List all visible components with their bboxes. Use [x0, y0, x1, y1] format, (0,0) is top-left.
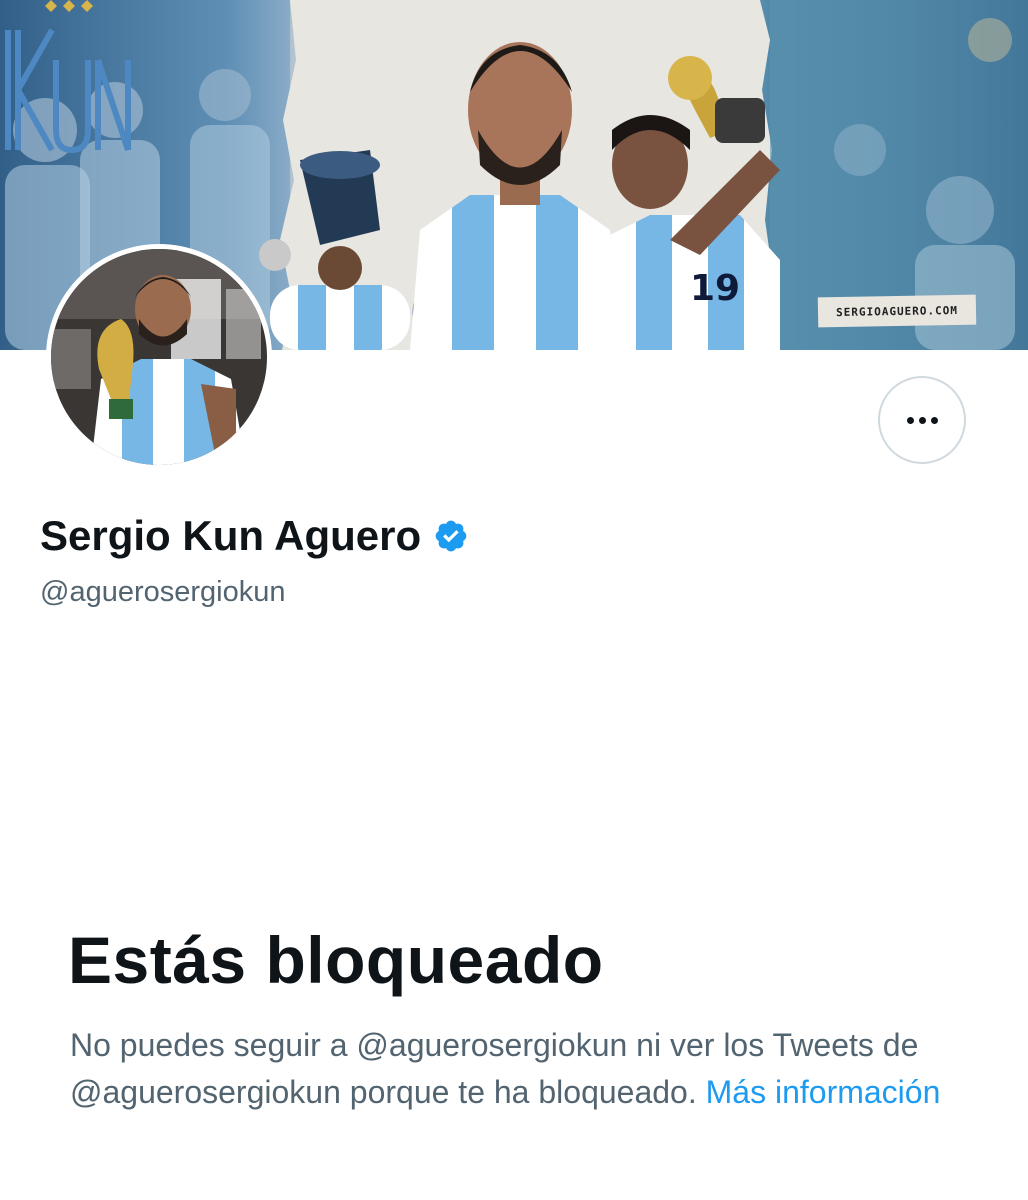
more-info-link[interactable]: Más información — [706, 1074, 941, 1110]
profile-display-name: Sergio Kun Aguero — [40, 512, 469, 560]
profile-handle: @aguerosergiokun — [40, 576, 286, 608]
more-options-button[interactable] — [878, 376, 966, 464]
blocked-title: Estás bloqueado — [68, 923, 604, 997]
display-name-text: Sergio Kun Aguero — [40, 512, 422, 559]
profile-avatar[interactable] — [46, 244, 272, 470]
banner-watermark: SERGIOAGUERO.COM — [817, 294, 977, 328]
more-horizontal-icon — [906, 416, 938, 424]
avatar-image — [51, 249, 267, 465]
kun-logo — [5, 0, 131, 154]
verified-badge-icon[interactable] — [433, 518, 469, 554]
svg-text:19: 19 — [690, 268, 740, 309]
blocked-message: No puedes seguir a @aguerosergiokun ni v… — [70, 1022, 990, 1116]
